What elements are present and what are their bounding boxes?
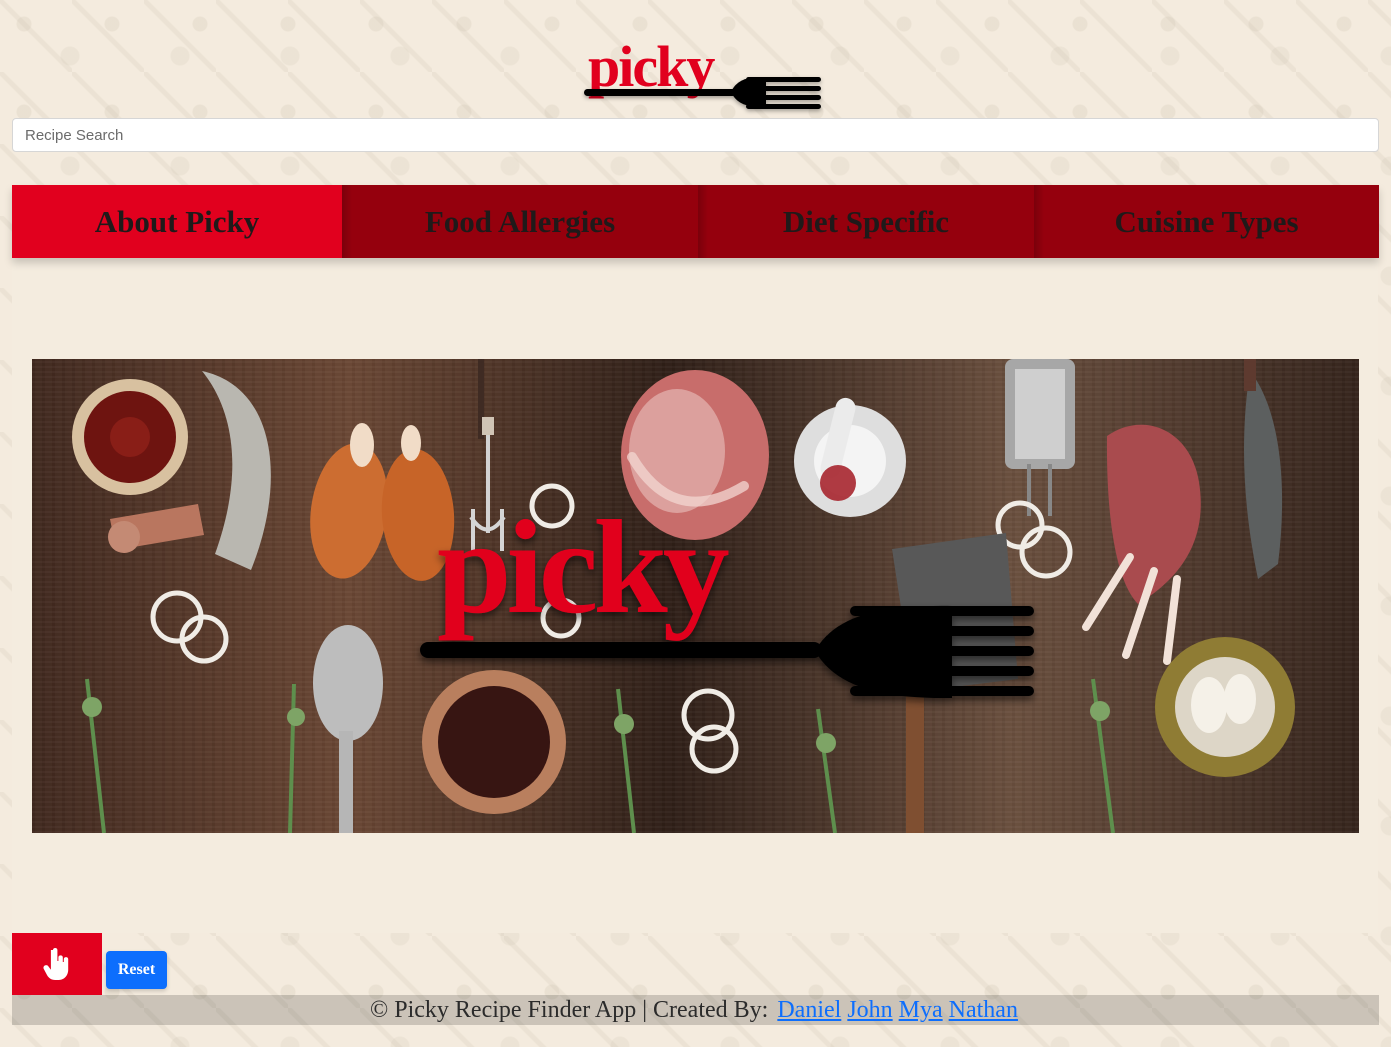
site-logo: picky (580, 30, 826, 118)
grater-icon (1005, 359, 1075, 516)
author-link-daniel[interactable]: Daniel (777, 997, 841, 1024)
hero-banner: picky (32, 359, 1359, 833)
garlic-bowl-icon (1155, 637, 1295, 777)
main-navigation: About Picky Food Allergies Diet Specific… (12, 185, 1379, 258)
spoon-icon (313, 625, 383, 833)
chicken-drumsticks-icon (310, 423, 455, 581)
bottom-sauce-bowl-icon (422, 670, 566, 814)
hero-illustration: picky (72, 359, 1295, 833)
reset-button[interactable]: Reset (106, 951, 167, 989)
tab-about-picky[interactable]: About Picky (12, 185, 342, 258)
author-link-mya[interactable]: Mya (899, 997, 943, 1024)
footer-bar: © Picky Recipe Finder App | Created By: … (12, 995, 1379, 1025)
herbs-icon (82, 678, 1115, 833)
recipe-search-input[interactable] (12, 118, 1379, 152)
hero-logo-wordmark: picky (437, 493, 729, 641)
tab-food-allergies[interactable]: Food Allergies (342, 185, 698, 258)
author-link-john[interactable]: John (847, 997, 892, 1024)
mortar-pestle-icon (794, 397, 906, 517)
chef-knife-icon (1244, 359, 1283, 579)
footer-copyright-text: © Picky Recipe Finder App | Created By: (370, 996, 769, 1023)
tab-diet-specific[interactable]: Diet Specific (698, 185, 1034, 258)
tab-cuisine-types[interactable]: Cuisine Types (1034, 185, 1379, 258)
left-sauce-bowl-icon (72, 379, 188, 495)
author-link-nathan[interactable]: Nathan (949, 997, 1018, 1024)
lamb-ribs-icon (1082, 424, 1201, 665)
picky-fork-logo: picky (584, 34, 821, 109)
hand-pointer-button[interactable] (12, 933, 102, 995)
hand-pointer-icon (43, 948, 69, 980)
